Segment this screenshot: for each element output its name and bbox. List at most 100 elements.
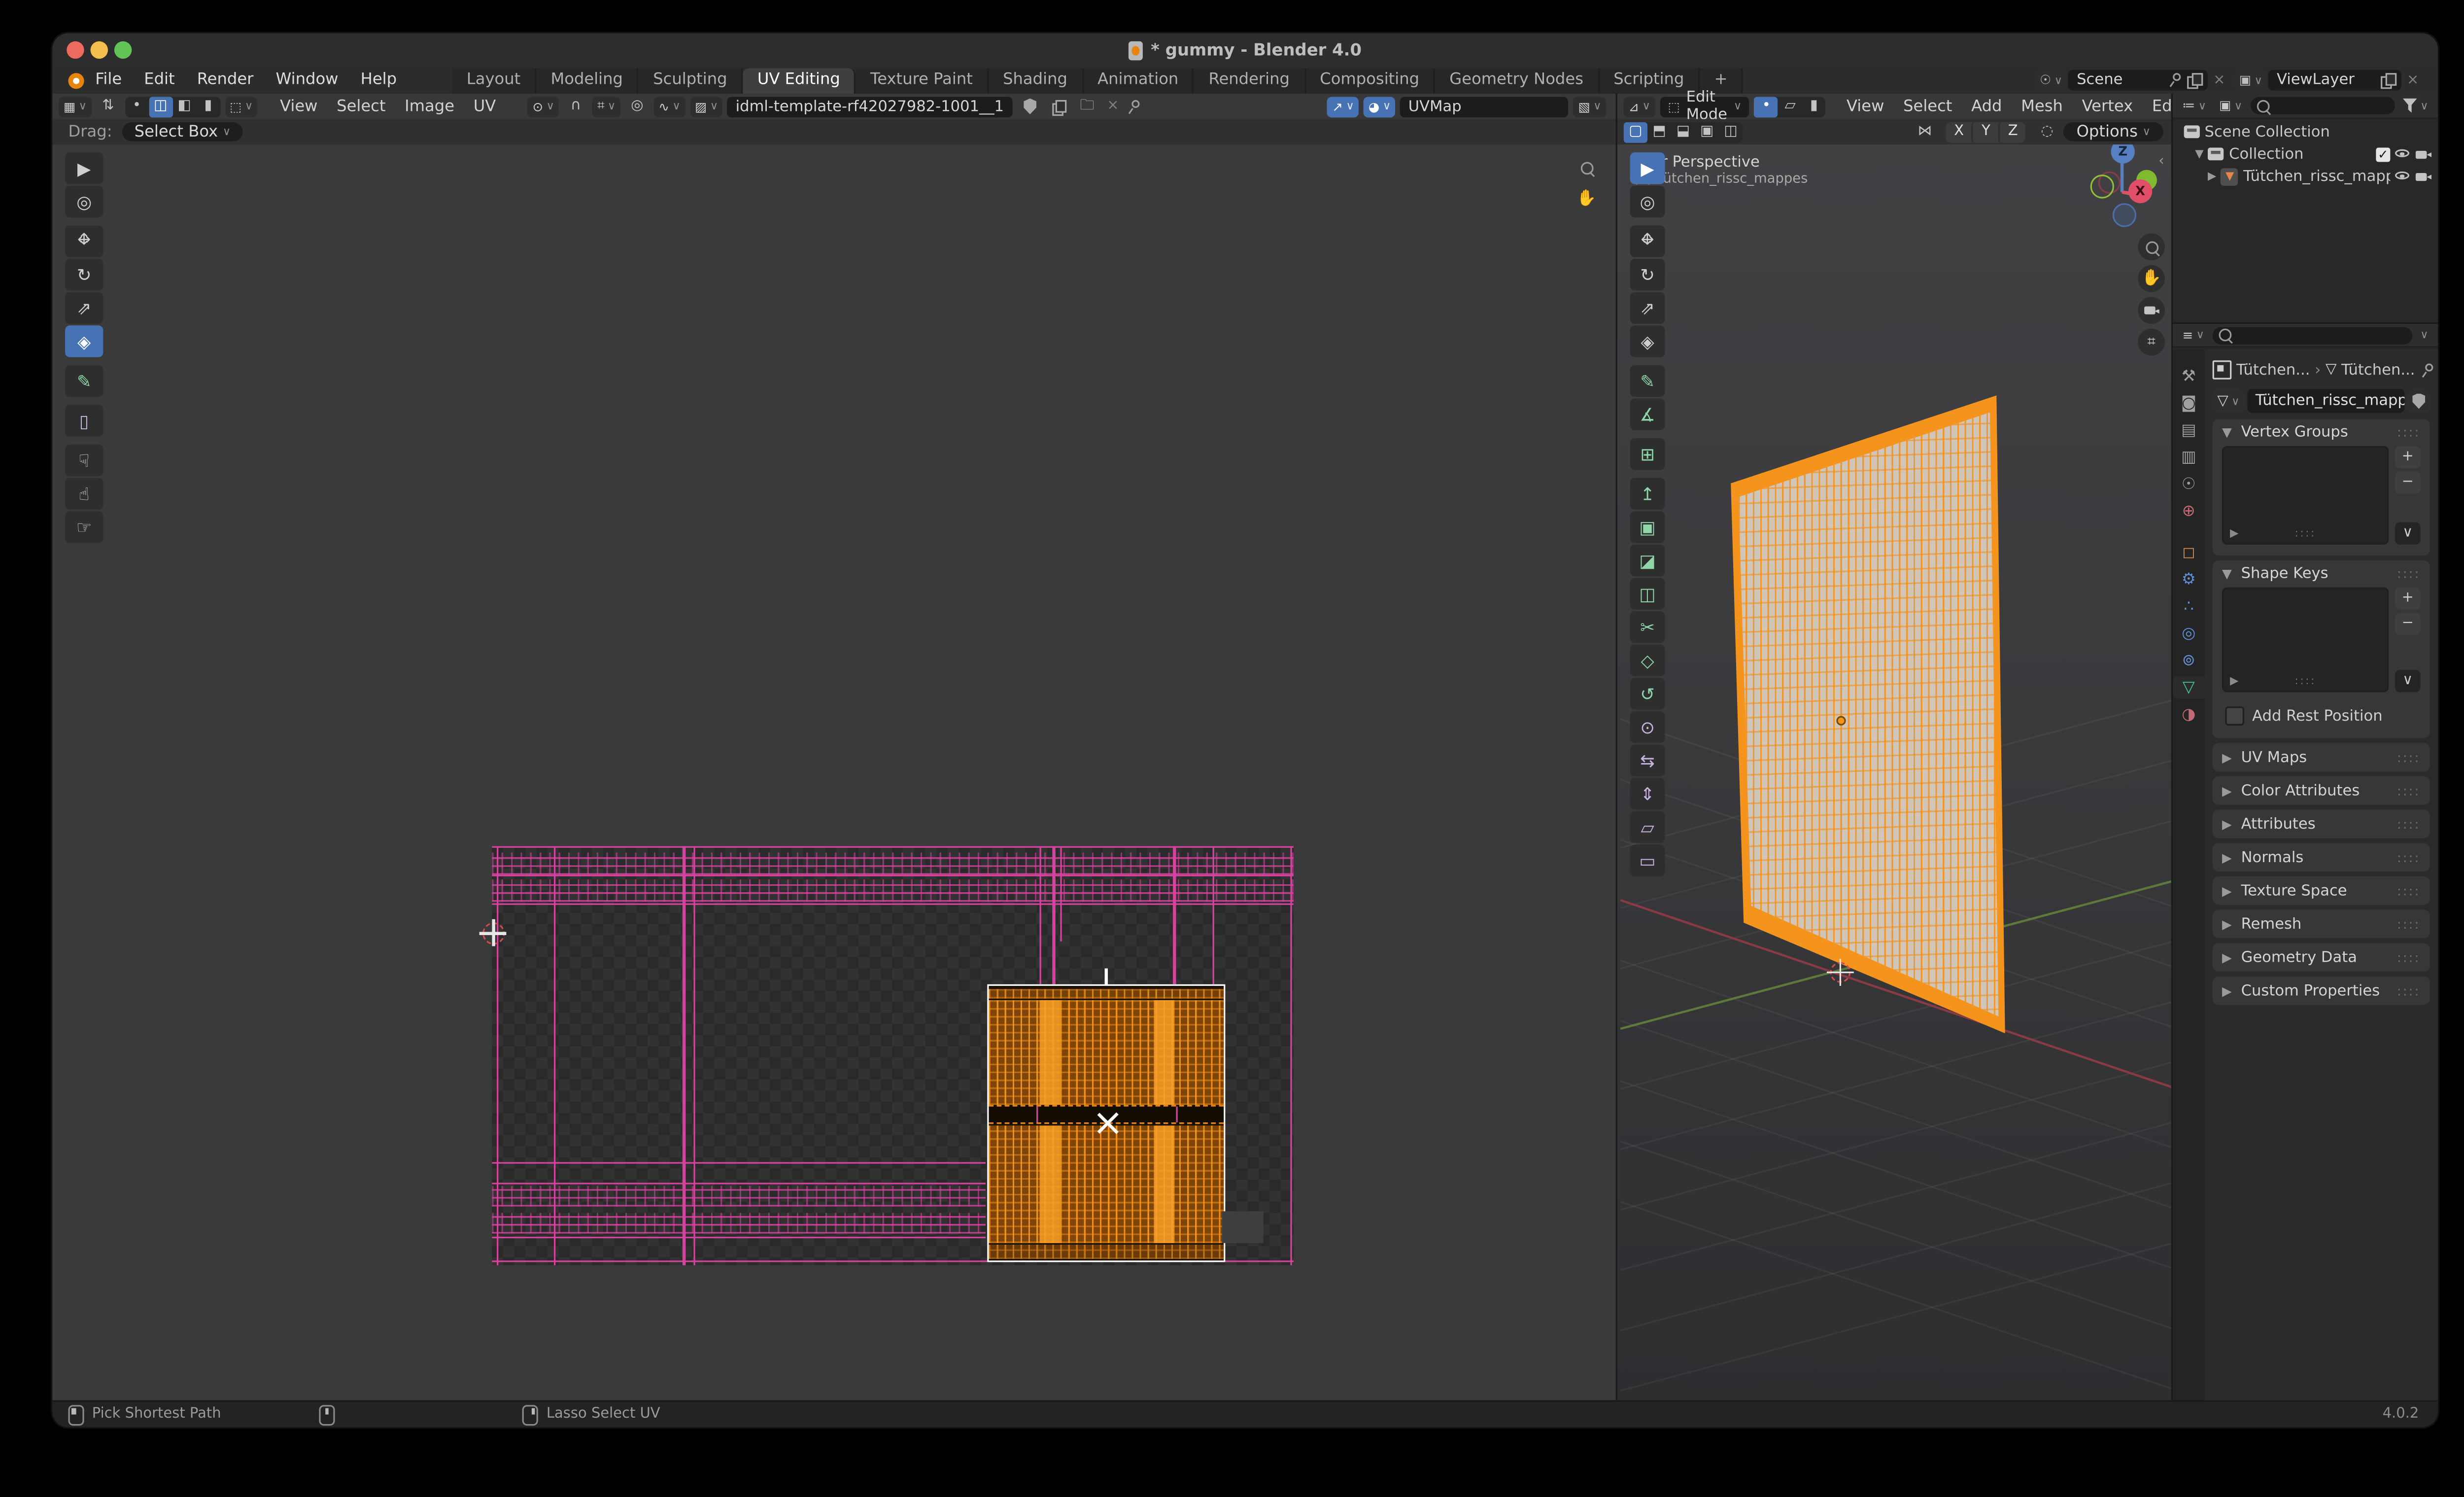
tool-loop-cut[interactable]: ◫ [1630, 578, 1665, 610]
uv-tool-tweak-select-box[interactable]: ▶ [65, 152, 103, 184]
properties-options-icon[interactable]: ∨ [2415, 324, 2433, 346]
mesh-data-browse-icon[interactable]: ▽ ∨ [2212, 389, 2245, 413]
tab-rendering[interactable]: Rendering [1194, 68, 1306, 94]
outliner-row-scene-collection[interactable]: Scene Collection [2173, 121, 2438, 143]
list-drag-dots-icon[interactable]: :::: [2294, 527, 2316, 540]
uv-tool-relax[interactable]: ☝ [65, 478, 103, 510]
tool-poly-build[interactable]: ◇ [1630, 644, 1665, 677]
image-pin-icon[interactable] [1127, 99, 1141, 113]
tool-move[interactable]: ↔ ↕ [1630, 225, 1665, 257]
new-view-layer-icon[interactable] [2381, 73, 2397, 89]
tool-select-box[interactable]: ▶ [1630, 152, 1665, 184]
mesh-name-field[interactable]: Tütchen_rissc_mappes [2247, 389, 2405, 413]
tool-bevel[interactable]: ◪ [1630, 544, 1665, 577]
tab-uv-editing[interactable]: UV Editing [743, 68, 856, 94]
duplicate-image-icon[interactable] [1047, 96, 1070, 117]
gizmo-axis-negy[interactable] [2090, 174, 2114, 199]
tab-modifiers[interactable]: ⚙ [2174, 568, 2203, 591]
uv-tool-move[interactable]: ↔ ↕ [65, 225, 103, 257]
uv-tool-scale[interactable]: ⇗ [65, 292, 103, 324]
tab-tool[interactable]: ⚒ [2174, 365, 2203, 387]
tab-compositing[interactable]: Compositing [1305, 68, 1436, 94]
add-shape-key-button[interactable]: + [2395, 587, 2421, 610]
proportional-falloff-icon[interactable]: ∿ ∨ [653, 96, 685, 117]
vertex-groups-panel-header[interactable]: ▼ Vertex Groups :::: [2222, 419, 2421, 446]
tab-scene[interactable]: ☉ [2174, 473, 2203, 495]
uv-sync-selection-icon[interactable]: ⇅ [96, 96, 120, 117]
select-intersect-button[interactable]: ◫ [1719, 121, 1743, 142]
tool-smooth[interactable]: ⊙ [1630, 711, 1665, 743]
shape-key-specials-button[interactable]: ∨ [2395, 670, 2421, 693]
uv-select-edge-button[interactable]: ◫ [148, 96, 173, 117]
tab-layout[interactable]: Layout [452, 68, 537, 94]
remove-view-layer-icon[interactable]: × [2404, 72, 2422, 88]
render-visibility-icon[interactable] [2415, 170, 2431, 183]
tool-shrink-fatten[interactable]: ⇕ [1630, 778, 1665, 810]
uv-menu-image[interactable]: Image [395, 98, 464, 115]
outliner-search-input[interactable] [2250, 97, 2395, 114]
panel-custom-properties[interactable]: ▶ Custom Properties:::: [2212, 976, 2430, 1005]
menu-help[interactable]: Help [349, 71, 408, 89]
tool-transform[interactable]: ◈ [1630, 325, 1665, 357]
options-dropdown[interactable]: Options ∨ [2063, 122, 2163, 141]
edge-mode-button[interactable]: ▱ [1778, 96, 1802, 117]
tab-object[interactable]: ◻ [2174, 541, 2203, 563]
panel-remesh[interactable]: ▶ Remesh:::: [2212, 909, 2430, 939]
uv-tool-cursor[interactable]: ◎ [65, 185, 103, 218]
breadcrumb-pin-icon[interactable] [2420, 362, 2434, 377]
expand-arrow-icon[interactable]: ▼ [2195, 148, 2203, 161]
tab-physics[interactable]: ◎ [2174, 623, 2203, 645]
vp-menu-view[interactable]: View [1837, 98, 1894, 115]
vertex-mode-button[interactable]: • [1754, 96, 1779, 117]
new-scene-icon[interactable] [2188, 73, 2203, 89]
uv-map-field[interactable]: UVMap [1400, 96, 1569, 117]
outliner-filter-icon[interactable]: ∨ [2398, 95, 2433, 116]
tool-annotate[interactable]: ✎ [1630, 365, 1665, 397]
tab-geometry-nodes[interactable]: Geometry Nodes [1435, 68, 1600, 94]
view-layer-browse-icon[interactable]: ▣ ∨ [2234, 70, 2267, 91]
menu-render[interactable]: Render [186, 71, 265, 89]
tab-world[interactable]: ⊕ [2174, 500, 2203, 522]
tool-rotate[interactable]: ↻ [1630, 258, 1665, 291]
tab-particles[interactable]: ∴ [2174, 595, 2203, 618]
tool-add-cube[interactable]: ⊞ [1630, 438, 1665, 470]
render-visibility-icon[interactable] [2415, 148, 2431, 161]
panel-uv-maps[interactable]: ▶ UV Maps:::: [2212, 743, 2430, 772]
tab-modeling[interactable]: Modeling [536, 68, 639, 94]
uv-zoom-icon[interactable] [1573, 154, 1600, 181]
uv-select-island-button[interactable]: ▮ [196, 96, 220, 117]
uv-gizmos-toggle[interactable]: ↗ ∨ [1327, 96, 1359, 117]
shape-keys-list[interactable]: ▶ :::: [2222, 587, 2389, 693]
outliner-display-mode-icon[interactable]: ▣ ∨ [2214, 95, 2247, 116]
gizmo-axis-x[interactable]: X [2128, 179, 2153, 204]
tab-view-layer[interactable]: ▥ [2174, 446, 2203, 468]
selected-mesh-object[interactable] [1724, 389, 2010, 1040]
image-name-field[interactable]: idml-template-rf42027982-1001__1.png [727, 96, 1014, 117]
tab-constraints[interactable]: ⊚ [2174, 649, 2203, 671]
menu-window[interactable]: Window [265, 71, 349, 89]
uv-tool-grab[interactable]: ☟ [65, 444, 103, 477]
viewport-editor-type-icon[interactable]: ⊿ ∨ [1623, 96, 1655, 117]
collapse-arrow-icon[interactable]: ▶ [2208, 170, 2216, 183]
tool-inset-faces[interactable]: ▣ [1630, 511, 1665, 543]
uv-tool-pinch[interactable]: ☞ [65, 511, 103, 543]
menu-edit[interactable]: Edit [133, 71, 186, 89]
uv-menu-uv[interactable]: UV [464, 98, 505, 115]
vp-menu-add[interactable]: Add [1962, 98, 2012, 115]
uv-select-vertex-button[interactable]: • [125, 96, 148, 117]
uv-menu-view[interactable]: View [271, 98, 327, 115]
outliner-row-mesh-object[interactable]: ▶ ▼ Tütchen_rissc_mappes [2173, 165, 2438, 187]
face-mode-button[interactable]: ▮ [1802, 96, 1826, 117]
collection-checkbox[interactable]: ✓ [2376, 146, 2391, 161]
panel-normals[interactable]: ▶ Normals:::: [2212, 843, 2430, 872]
tab-sculpting[interactable]: Sculpting [639, 68, 743, 94]
breadcrumb-object[interactable]: Tütchen... [2236, 361, 2310, 379]
add-vertex-group-button[interactable]: + [2395, 446, 2421, 469]
properties-search-input[interactable] [2212, 326, 2413, 344]
properties-editor-type-icon[interactable]: ≡ ∨ [2177, 324, 2209, 346]
uv-select-face-button[interactable]: ◧ [172, 96, 196, 117]
vp-menu-select[interactable]: Select [1894, 98, 1962, 115]
proportional-edit-icon[interactable]: ◎ [625, 96, 649, 117]
tab-shading[interactable]: Shading [989, 68, 1084, 94]
navigation-gizmo[interactable]: Z X [2066, 144, 2173, 249]
